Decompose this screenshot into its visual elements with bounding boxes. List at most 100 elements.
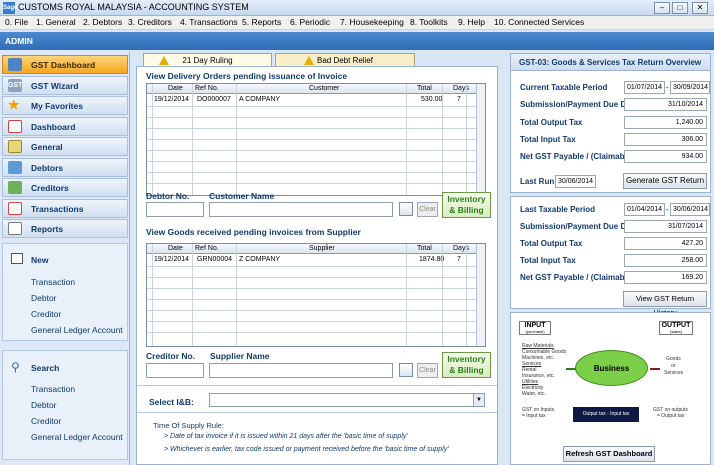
close-button[interactable]: ✕ xyxy=(692,2,708,14)
tab-label: Bad Debt Relief xyxy=(316,56,374,65)
cell-ref: DO000007 xyxy=(197,96,231,103)
star-icon: ★ xyxy=(8,97,20,112)
period-separator: - xyxy=(666,205,669,214)
tab-label: 21 Day Ruling xyxy=(182,56,233,65)
tab-bad-debt-relief[interactable]: Bad Debt Relief xyxy=(275,53,415,67)
sidebar-item-debtors[interactable]: Debtors xyxy=(2,158,128,177)
delivery-orders-grid[interactable]: Date Ref No. Customer Total Days 19/12/2… xyxy=(146,83,486,196)
menu-housekeeping[interactable]: 7. Housekeeping xyxy=(340,17,404,27)
column-supplier: Supplier xyxy=(309,245,335,252)
current-to-field[interactable]: 30/09/2014 xyxy=(670,81,710,94)
creditor-no-field[interactable] xyxy=(146,363,204,378)
diagram-text: or xyxy=(671,363,676,369)
sidebar-item-my-favorites[interactable]: ★ My Favorites xyxy=(2,96,128,115)
net-gst-value: 934.00 xyxy=(624,150,707,163)
grid-scrollbar[interactable] xyxy=(476,84,485,195)
net-gst-label: Net GST Payable / (Claimable) xyxy=(520,152,634,161)
menu-file[interactable]: 0. File xyxy=(5,17,28,27)
due-date-value: 31/10/2014 xyxy=(624,98,707,111)
new-creditor-link[interactable]: Creditor xyxy=(31,309,61,319)
gst-overview-panel: GST-03: Goods & Services Tax Return Over… xyxy=(510,53,711,193)
sidebar-item-dashboard[interactable]: Dashboard xyxy=(2,117,128,136)
column-date: Date xyxy=(168,85,183,92)
clear-button[interactable]: Clear xyxy=(417,363,438,378)
sidebar-item-general[interactable]: General xyxy=(2,137,128,156)
customer-name-field[interactable] xyxy=(209,202,393,217)
menu-periodic[interactable]: 6. Periodic xyxy=(290,17,330,27)
sidebar-item-label: Transactions xyxy=(31,204,84,214)
new-gl-account-link[interactable]: General Ledger Account xyxy=(31,325,123,335)
cell-date: 19/12/2014 xyxy=(154,256,190,263)
business-node: Business xyxy=(575,350,648,386)
debtor-no-field[interactable] xyxy=(146,202,204,217)
cell-customer: A COMPANY xyxy=(239,96,281,103)
clear-button[interactable]: Clear xyxy=(417,202,438,217)
view-gst-history-button[interactable]: View GST Return History xyxy=(623,291,707,317)
current-period-label: Current Taxable Period xyxy=(520,83,608,92)
reports-icon xyxy=(8,222,22,235)
chevron-down-icon[interactable]: ▼ xyxy=(473,394,484,406)
sidebar-item-gst-dashboard[interactable]: GST Dashboard xyxy=(2,55,128,74)
current-from-field[interactable]: 01/07/2014 xyxy=(624,81,665,94)
select-ib-dropdown[interactable]: ▼ xyxy=(209,393,485,407)
grid-header: Date Ref No. Customer Total Days xyxy=(147,84,485,94)
net-gst-value: 169.20 xyxy=(624,271,707,284)
search-gl-account-link[interactable]: General Ledger Account xyxy=(31,432,123,442)
menu-general[interactable]: 1. General xyxy=(36,17,76,27)
menu-transactions[interactable]: 4. Transactions xyxy=(180,17,238,27)
creditor-no-label: Creditor No. xyxy=(146,351,196,361)
output-box: OUTPUT (sales) xyxy=(659,321,693,335)
menu-reports[interactable]: 5. Reports xyxy=(242,17,281,27)
search-debtor-link[interactable]: Debtor xyxy=(31,400,57,410)
menu-help[interactable]: 9. Help xyxy=(458,17,485,27)
transactions-icon xyxy=(8,202,22,215)
sidebar: GST Dashboard GST GST Wizard ★ My Favori… xyxy=(0,52,130,465)
maximize-button[interactable]: □ xyxy=(672,2,688,14)
debtor-no-label: Debtor No. xyxy=(146,191,190,201)
refresh-gst-dashboard-button[interactable]: Refresh GST Dashboard xyxy=(563,446,655,462)
new-transaction-link[interactable]: Transaction xyxy=(31,277,75,287)
lookup-icon[interactable] xyxy=(399,363,413,377)
menu-debtors[interactable]: 2. Debtors xyxy=(83,17,122,27)
inventory-billing-button[interactable]: Inventory & Billing xyxy=(442,192,491,218)
search-creditor-link[interactable]: Creditor xyxy=(31,416,61,426)
search-section: ⚲ Search Transaction Debtor Creditor Gen… xyxy=(2,350,128,460)
diagram-text: = Input tax xyxy=(522,413,546,419)
table-row[interactable]: 19/12/2014 GRN00004 Z COMPANY 1874.80 7 xyxy=(147,255,485,266)
cell-total: 530.00 xyxy=(421,96,443,103)
title-bar: Sage CUSTOMS ROYAL MALAYSIA - ACCOUNTING… xyxy=(0,0,714,16)
diagram-text: Water, etc. xyxy=(522,391,546,397)
output-tax-value: 1,240.00 xyxy=(624,116,707,129)
button-line: & Billing xyxy=(449,205,484,215)
menu-creditors[interactable]: 3. Creditors xyxy=(128,17,172,27)
table-row[interactable]: 19/12/2014 DO000007 A COMPANY 530.00 7 xyxy=(147,95,485,106)
search-transaction-link[interactable]: Transaction xyxy=(31,384,75,394)
lookup-icon[interactable] xyxy=(399,202,413,216)
sidebar-item-gst-wizard[interactable]: GST GST Wizard xyxy=(2,76,128,95)
supply-rule-line: > Whichever is earlier, tax code issued … xyxy=(164,446,449,453)
supplier-name-label: Supplier Name xyxy=(210,351,270,361)
generate-gst-return-button[interactable]: Generate GST Return xyxy=(623,173,707,189)
sidebar-item-transactions[interactable]: Transactions xyxy=(2,199,128,218)
goods-received-grid[interactable]: Date Ref No. Supplier Total Days 19/12/2… xyxy=(146,243,486,347)
debtors-icon xyxy=(8,161,22,174)
sidebar-item-reports[interactable]: Reports xyxy=(2,219,128,238)
grid-header: Date Ref No. Supplier Total Days xyxy=(147,244,485,254)
tab-21-day-ruling[interactable]: 21 Day Ruling xyxy=(143,53,272,67)
last-from-field: 01/04/2014 xyxy=(624,203,665,216)
grid-scrollbar[interactable] xyxy=(476,244,485,346)
new-section-title: New xyxy=(31,255,49,265)
sidebar-item-creditors[interactable]: Creditors xyxy=(2,178,128,197)
supplier-name-field[interactable] xyxy=(209,363,393,378)
minimize-button[interactable]: – xyxy=(654,2,670,14)
menu-toolkits[interactable]: 8. Toolkits xyxy=(410,17,448,27)
input-tax-label: Total Input Tax xyxy=(520,135,576,144)
new-debtor-link[interactable]: Debtor xyxy=(31,293,57,303)
inventory-billing-button[interactable]: Inventory & Billing xyxy=(442,352,491,378)
period-separator: - xyxy=(666,83,669,92)
diagram-text: Services xyxy=(664,370,684,376)
input-tax-value: 306.00 xyxy=(624,133,707,146)
gst-diagram-panel: INPUT (purchase) OUTPUT (sales) Raw Mate… xyxy=(510,312,711,465)
input-tax-label: Total Input Tax xyxy=(520,256,576,265)
menu-connected-services[interactable]: 10. Connected Services xyxy=(494,17,584,27)
